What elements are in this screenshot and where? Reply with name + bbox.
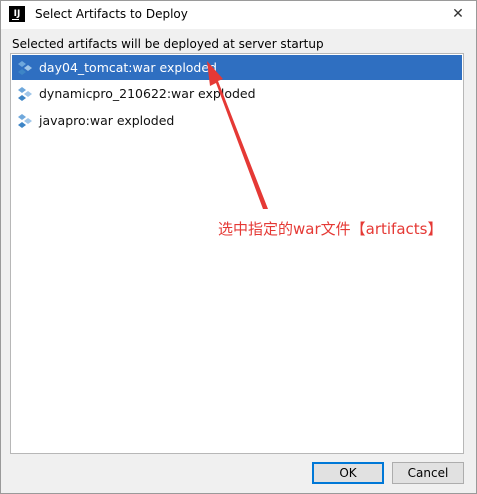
artifact-label: javapro:war exploded [39,113,175,128]
artifact-label: day04_tomcat:war exploded [39,60,217,75]
artifact-label: dynamicpro_210622:war exploded [39,86,256,101]
artifact-list[interactable]: day04_tomcat:war exploded dynamicpro_210… [10,53,464,454]
artifact-icon [18,61,32,75]
intellij-app-icon: IJ [9,6,25,22]
artifact-row[interactable]: day04_tomcat:war exploded [12,55,462,80]
title-bar: IJ Select Artifacts to Deploy ✕ [1,1,476,29]
list-heading: Selected artifacts will be deployed at s… [12,37,324,51]
window-title: Select Artifacts to Deploy [35,7,188,21]
cancel-button[interactable]: Cancel [392,462,464,484]
select-artifacts-dialog: IJ Select Artifacts to Deploy ✕ Selected… [0,0,477,494]
artifact-row[interactable]: dynamicpro_210622:war exploded [12,81,462,106]
artifact-icon [18,114,32,128]
close-button[interactable]: ✕ [448,4,468,24]
ok-button[interactable]: OK [312,462,384,484]
annotation-text: 选中指定的war文件【artifacts】 [218,220,443,238]
artifact-row[interactable]: javapro:war exploded [12,108,462,133]
artifact-icon [18,87,32,101]
